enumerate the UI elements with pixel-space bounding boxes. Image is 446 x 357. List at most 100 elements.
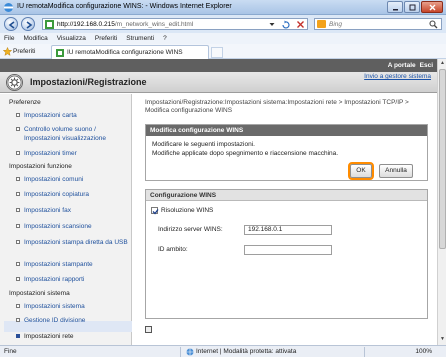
favorites-button[interactable]: Preferiti [13,48,35,55]
bullet-icon [16,208,20,212]
menu-help[interactable]: ? [163,33,167,44]
send-to-admin-link[interactable]: Invio a gestore sistema [364,73,431,80]
bullet-icon [16,113,20,117]
sidebar-item-network-settings[interactable]: Impostazioni rete [16,332,128,341]
search-placeholder: Bing [329,21,343,28]
wins-config-title: Configurazione WINS [146,190,427,201]
wins-config-panel: Configurazione WINS Risoluzione WINS Ind… [145,189,428,319]
scope-id-input[interactable] [244,245,332,255]
back-arrow-icon [8,21,15,29]
sidebar-item-scan-settings[interactable]: Impostazioni scansione [16,222,128,231]
maximize-button[interactable] [404,1,420,13]
sidebar-item-volume-display[interactable]: Controllo volume suono / Impostazioni vi… [16,125,128,143]
back-to-top-icon[interactable] [145,326,152,333]
scroll-down-icon[interactable]: ▼ [439,336,446,344]
address-toolbar: http://192.168.0.215/m_network_wins_edit… [0,15,446,33]
address-url: http://192.168.0.215/m_network_wins_edit… [57,21,194,28]
menu-view[interactable]: Visualizza [57,33,86,44]
favorites-bar: Preferiti IU remotaModifica configurazio… [0,44,446,59]
sidebar: Preferenze Impostazioni carta Controllo … [0,94,132,345]
status-divider [364,347,365,357]
sidebar-item-fax-settings[interactable]: Impostazioni fax [16,206,128,215]
bullet-icon [16,177,20,181]
confirm-message-line2: Modifiche applicate dopo spegnimento e r… [152,150,339,157]
minimize-icon [392,8,398,10]
sidebar-section-title: Impostazioni sistema [9,290,70,297]
wins-resolution-checkbox[interactable] [151,207,159,215]
status-text: Fine [4,348,17,355]
page-favicon-icon [45,20,54,29]
scroll-up-icon[interactable]: ▲ [439,60,446,68]
page-header: Impostazioni/Registrazione Invio a gesto… [0,72,437,93]
close-icon [429,4,435,10]
portal-link[interactable]: A portale [388,62,416,69]
sidebar-item-department-id[interactable]: Gestione ID divisione [16,316,128,325]
bullet-icon [16,318,20,322]
bullet-icon [16,151,20,155]
breadcrumb: Impostazioni/Registrazione:Impostazioni … [145,99,409,114]
minimize-button[interactable] [387,1,403,13]
settings-gear-icon [6,74,23,91]
logout-link[interactable]: Esci [420,62,433,69]
cancel-button[interactable]: Annulla [379,164,413,178]
page-title: Impostazioni/Registrazione [30,77,147,87]
wins-resolution-label: Risoluzione WINS [161,207,214,214]
dropdown-arrow-icon[interactable] [269,20,275,29]
status-bar: Fine Internet | Modalità protetta: attiv… [0,345,446,357]
sidebar-item-paper-settings[interactable]: Impostazioni carta [16,111,128,120]
menu-file[interactable]: File [4,33,14,44]
scope-id-label: ID ambito: [158,246,188,253]
vertical-scrollbar[interactable]: ▲ ▼ [437,59,446,345]
sidebar-item-printer-settings[interactable]: Impostazioni stampante [16,260,128,269]
sidebar-item-report-settings[interactable]: Impostazioni rapporti [16,275,128,284]
ok-button[interactable]: OK [348,162,374,180]
sidebar-item-copy-settings[interactable]: Impostazioni copiatura [16,190,128,199]
address-field[interactable]: http://192.168.0.215/m_network_wins_edit… [42,18,308,30]
sidebar-item-timer-settings[interactable]: Impostazioni timer [16,149,128,158]
internet-zone-globe-icon [186,348,194,356]
bullet-icon [16,192,20,196]
confirm-panel-title: Modifica configurazione WINS [146,125,427,136]
menu-bar: File Modifica Visualizza Preferiti Strum… [0,33,446,44]
favorites-star-icon[interactable] [3,47,12,56]
forward-arrow-icon [26,21,33,29]
bullet-icon [16,277,20,281]
sidebar-item-usb-print-settings[interactable]: Impostazioni stampa diretta da USB [16,238,128,247]
bullet-icon [16,224,20,228]
menu-favorites[interactable]: Preferiti [95,33,117,44]
sidebar-item-system-settings[interactable]: Impostazioni sistema [16,302,128,311]
search-field[interactable]: Bing [314,18,442,30]
window-titlebar: IU remotaModifica configurazione WINS: -… [0,0,446,15]
maximize-icon [409,4,415,10]
checkmark-icon [152,209,159,215]
search-icon[interactable] [429,20,438,29]
refresh-icon[interactable] [281,20,290,29]
page-viewport: A portale Esci Impostazioni/Registrazion… [0,59,437,345]
main-content: Impostazioni/Registrazione:Impostazioni … [133,94,437,345]
bullet-icon [16,240,20,244]
tab-title: IU remotaModifica configurazione WINS [67,49,183,56]
bullet-icon [16,334,20,338]
zoom-level[interactable]: 100% [415,348,432,355]
bullet-icon [16,127,20,131]
status-divider [180,347,181,357]
menu-edit[interactable]: Modifica [23,33,47,44]
forward-button[interactable] [21,17,35,31]
confirm-panel: Modifica configurazione WINS Modificare … [145,124,428,181]
back-button[interactable] [4,17,18,31]
bullet-icon [16,304,20,308]
scroll-thumb[interactable] [439,69,446,249]
tab-favicon-icon [56,49,64,57]
sidebar-item-common-settings[interactable]: Impostazioni comuni [16,175,128,184]
stop-icon[interactable] [296,20,305,29]
bullet-icon [16,262,20,266]
browser-tab[interactable]: IU remotaModifica configurazione WINS [51,45,209,59]
sidebar-section-title: Impostazioni funzione [9,163,72,170]
close-window-button[interactable] [421,1,443,13]
menu-tools[interactable]: Strumenti [126,33,154,44]
wins-server-input[interactable]: 192.168.0.1 [244,225,332,235]
sidebar-section-title: Preferenze [9,99,41,106]
new-tab-button[interactable] [211,47,223,58]
security-zone-text: Internet | Modalità protetta: attivata [196,348,297,355]
window-title: IU remotaModifica configurazione WINS: -… [17,3,232,10]
